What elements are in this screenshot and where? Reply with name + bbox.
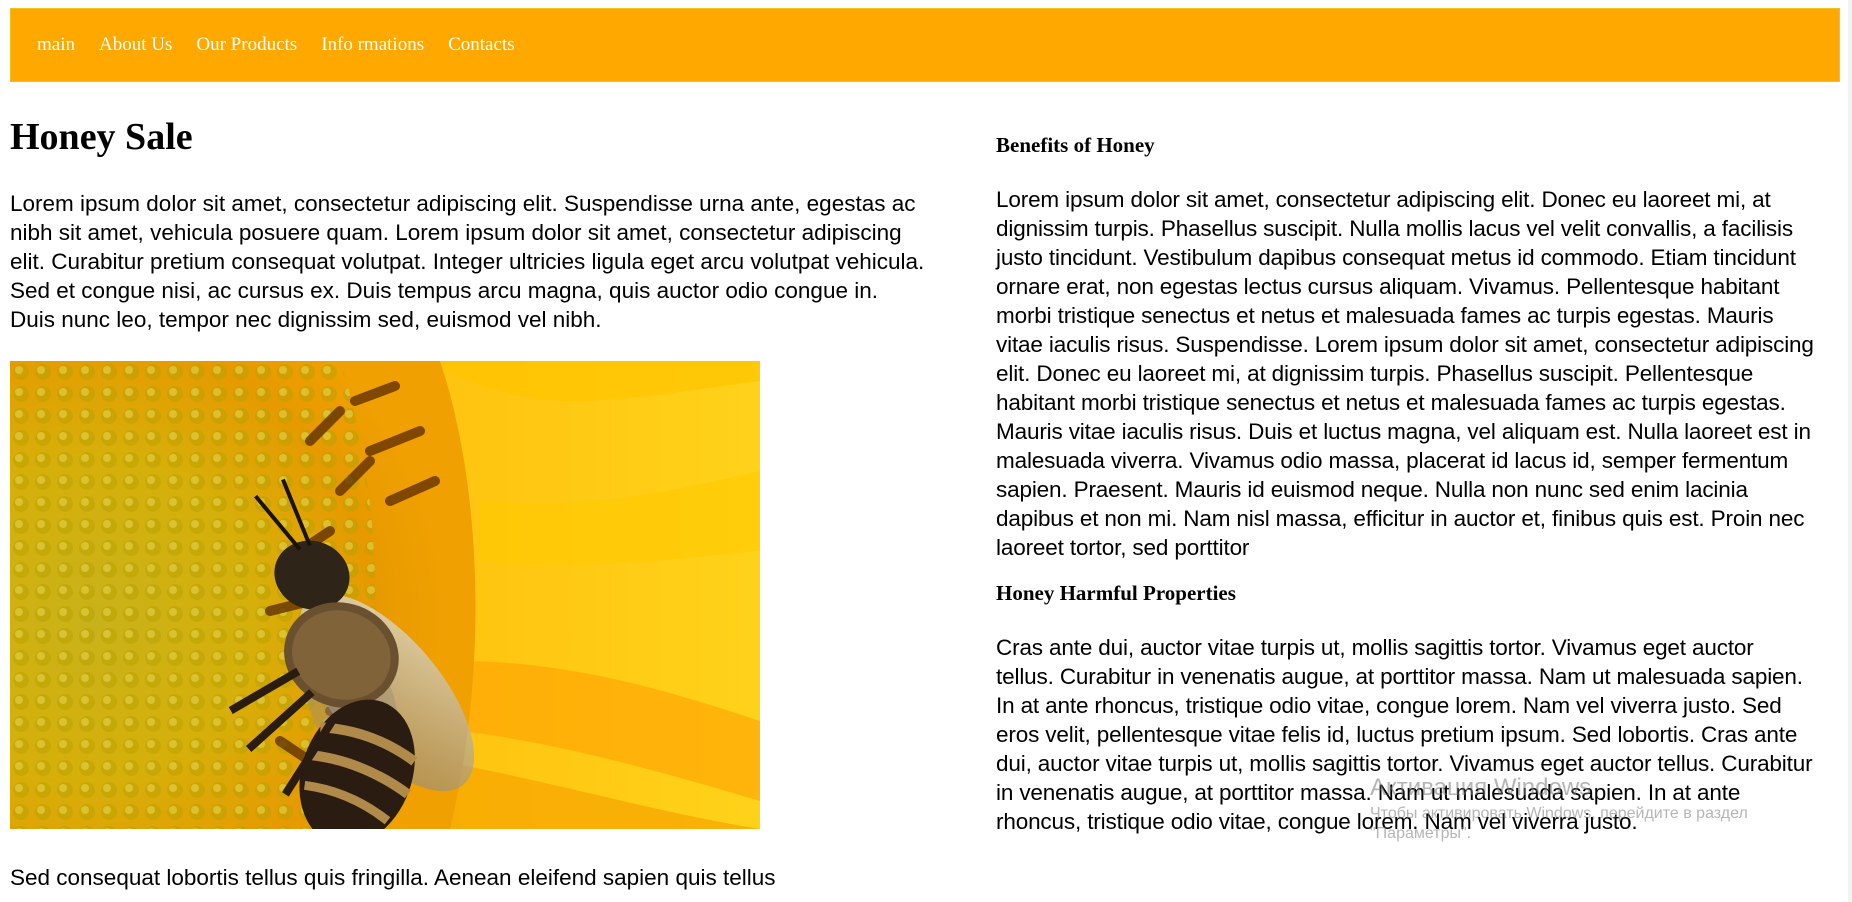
benefits-heading: Benefits of Honey bbox=[996, 133, 1155, 157]
after-photo-paragraph: Sed consequat lobortis tellus quis fring… bbox=[10, 865, 776, 890]
bee-on-sunflower-image bbox=[10, 361, 760, 829]
intro-paragraph: Lorem ipsum dolor sit amet, consectetur … bbox=[10, 191, 925, 332]
nav-link-our-products[interactable]: Our Products bbox=[196, 34, 297, 56]
harmful-heading: Honey Harmful Properties bbox=[996, 581, 1236, 605]
top-navigation-bar: main About Us Our Products Info rmations… bbox=[10, 8, 1840, 82]
harmful-paragraph: Cras ante dui, auctor vitae turpis ut, m… bbox=[996, 635, 1813, 834]
nav-link-informations[interactable]: Info rmations bbox=[321, 34, 424, 56]
nav-link-about-us[interactable]: About Us bbox=[99, 34, 172, 56]
main-content: Honey Sale Lorem ipsum dolor sit amet, c… bbox=[10, 108, 928, 892]
benefits-paragraph: Lorem ipsum dolor sit amet, consectetur … bbox=[996, 187, 1814, 560]
page-title: Honey Sale bbox=[10, 116, 193, 158]
nav-link-main[interactable]: main bbox=[37, 34, 75, 56]
sidebar-articles: Benefits of Honey Lorem ipsum dolor sit … bbox=[996, 108, 1816, 836]
page-scroll-edge bbox=[1848, 0, 1852, 902]
nav-link-contacts[interactable]: Contacts bbox=[448, 34, 515, 56]
